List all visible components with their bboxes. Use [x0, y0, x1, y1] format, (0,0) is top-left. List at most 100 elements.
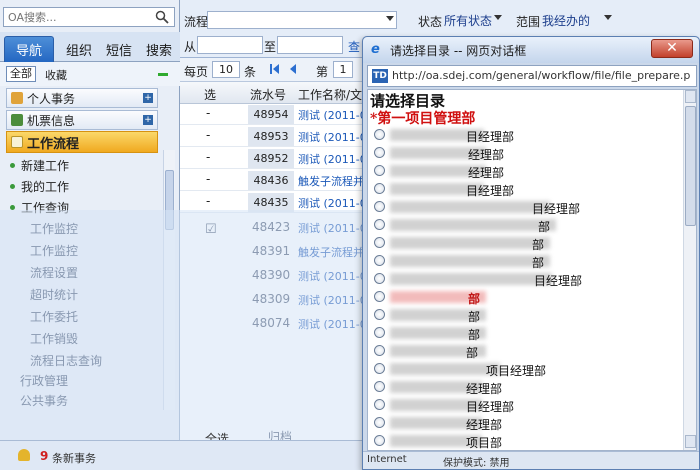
search-icon[interactable]: [155, 10, 169, 24]
scroll-down-icon[interactable]: [685, 435, 696, 448]
work-name-link[interactable]: 触发子流程并: [298, 173, 364, 189]
query-link[interactable]: 查: [348, 38, 360, 55]
house-icon: [11, 136, 23, 148]
radio-button[interactable]: [374, 183, 385, 194]
directory-option[interactable]: 部: [368, 342, 678, 360]
filter-all-button[interactable]: 全部: [6, 66, 36, 82]
directory-option[interactable]: 经理部: [368, 144, 678, 162]
nav-tabbar: 导航 组织 短信 搜索: [0, 32, 180, 62]
status-select[interactable]: 所有状态: [442, 11, 504, 29]
directory-option[interactable]: 部: [368, 216, 678, 234]
category-ticket-info[interactable]: 机票信息 +: [6, 110, 158, 130]
radio-button[interactable]: [374, 147, 385, 158]
category-label: 机票信息: [27, 113, 76, 128]
radio-button[interactable]: [374, 129, 385, 140]
table-row[interactable]: - 48436 触发子流程并: [180, 170, 370, 191]
radio-button[interactable]: [374, 201, 385, 212]
directory-option[interactable]: 目经理部: [368, 270, 678, 288]
ghost-menu-item: 流程日志查询: [30, 354, 103, 368]
scroll-thumb[interactable]: [685, 106, 696, 226]
option-label: 经理部: [466, 418, 503, 432]
redacted-text: [390, 273, 552, 285]
prev-page-icon[interactable]: [290, 64, 296, 74]
category-personal-affairs[interactable]: 个人事务 +: [6, 88, 158, 108]
directory-option[interactable]: 部: [368, 288, 678, 306]
serial-cell: 48436: [248, 171, 294, 190]
select-directory-dialog: e 请选择目录 -- 网页对话框 ✕ TD http://oa.sdej.com…: [362, 36, 700, 470]
status-text: 条新事务: [52, 452, 96, 465]
radio-button[interactable]: [374, 363, 385, 374]
serial-cell: 48954: [248, 105, 294, 124]
page-number-input[interactable]: 1: [333, 61, 353, 78]
directory-option[interactable]: 项目经理部: [368, 360, 678, 378]
directory-option[interactable]: 部: [368, 234, 678, 252]
radio-button[interactable]: [374, 291, 385, 302]
radio-button[interactable]: [374, 327, 385, 338]
radio-button[interactable]: [374, 219, 385, 230]
expand-icon[interactable]: +: [143, 93, 153, 103]
dialog-titlebar[interactable]: e 请选择目录 -- 网页对话框 ✕: [363, 37, 699, 63]
checkbox-icon: ☑: [205, 222, 217, 237]
date-to-input[interactable]: [277, 36, 343, 54]
directory-option[interactable]: 目经理部: [368, 180, 678, 198]
radio-button[interactable]: [374, 237, 385, 248]
radio-button[interactable]: [374, 417, 385, 428]
option-label: 目经理部: [466, 130, 515, 144]
directory-option[interactable]: 部: [368, 324, 678, 342]
first-page-icon[interactable]: [270, 64, 272, 74]
filter-favorites-button[interactable]: 收藏: [45, 67, 67, 83]
tab-navigation[interactable]: 导航: [4, 36, 54, 62]
dialog-scrollbar[interactable]: [683, 90, 696, 450]
rendering-artifact-region: 工作监控 工作监控 流程设置 超时统计 工作委托 工作销毁 流程日志查询 行政管…: [0, 210, 378, 444]
ghost-menu-item: 流程设置: [30, 266, 79, 280]
radio-button[interactable]: [374, 399, 385, 410]
directory-option[interactable]: 目经理部: [368, 126, 678, 144]
table-row[interactable]: - 48954 测试 (2011-02-: [180, 104, 378, 125]
date-from-input[interactable]: [197, 36, 263, 54]
chevron-down-icon: [386, 16, 394, 21]
col-select[interactable]: 选: [204, 86, 216, 103]
close-button[interactable]: ✕: [651, 39, 693, 58]
workflow-item-new[interactable]: 新建工作: [10, 155, 155, 175]
scope-select[interactable]: 我经办的: [540, 11, 614, 29]
ghost-serial: 48390: [252, 268, 291, 282]
directory-option[interactable]: 经理部: [368, 162, 678, 180]
status-badge[interactable]: 9: [40, 449, 48, 463]
directory-option[interactable]: 目经理部: [368, 198, 678, 216]
collapse-icon[interactable]: [158, 73, 168, 76]
oa-search-input[interactable]: [3, 7, 175, 27]
per-page-label: 每页: [184, 65, 209, 79]
radio-button[interactable]: [374, 381, 385, 392]
option-label: 部: [466, 346, 479, 360]
directory-option[interactable]: 经理部: [368, 414, 678, 432]
directory-option[interactable]: 部: [368, 252, 678, 270]
directory-option[interactable]: 项目部: [368, 432, 678, 450]
category-workflow[interactable]: 工作流程: [6, 131, 158, 153]
workflow-item-mine[interactable]: 我的工作: [10, 176, 155, 196]
table-row[interactable]: - 48952 测试 (2011-02-: [180, 148, 378, 169]
ghost-category: 行政管理: [20, 374, 69, 388]
tab-organization[interactable]: 组织: [60, 36, 98, 62]
bullet-icon: [10, 183, 15, 189]
tab-messages[interactable]: 短信: [100, 36, 138, 62]
directory-option[interactable]: 经理部: [368, 378, 678, 396]
flow-select[interactable]: [207, 11, 397, 29]
radio-button[interactable]: [374, 273, 385, 284]
scroll-up-icon[interactable]: [685, 90, 696, 103]
table-row[interactable]: - 48953 测试 (2011-02-: [180, 126, 378, 147]
tab-search[interactable]: 搜索: [140, 36, 178, 62]
directory-option[interactable]: 目经理部: [368, 396, 678, 414]
dialog-content: 请选择目录 *第一项目管理部 目经理部 经理部 经理部 目经理部 目经理部部部部目经理部…: [367, 89, 697, 451]
page-size-input[interactable]: 10: [212, 61, 240, 78]
ghost-menu-item: 工作监控: [30, 222, 79, 236]
expand-icon[interactable]: +: [143, 115, 153, 125]
radio-button[interactable]: [374, 309, 385, 320]
radio-button[interactable]: [374, 165, 385, 176]
first-page-arrow-icon[interactable]: [273, 64, 279, 74]
directory-option[interactable]: 部: [368, 306, 678, 324]
chevron-down-icon: [494, 15, 502, 20]
radio-button[interactable]: [374, 435, 385, 446]
radio-button[interactable]: [374, 255, 385, 266]
col-serial[interactable]: 流水号: [250, 86, 286, 103]
radio-button[interactable]: [374, 345, 385, 356]
